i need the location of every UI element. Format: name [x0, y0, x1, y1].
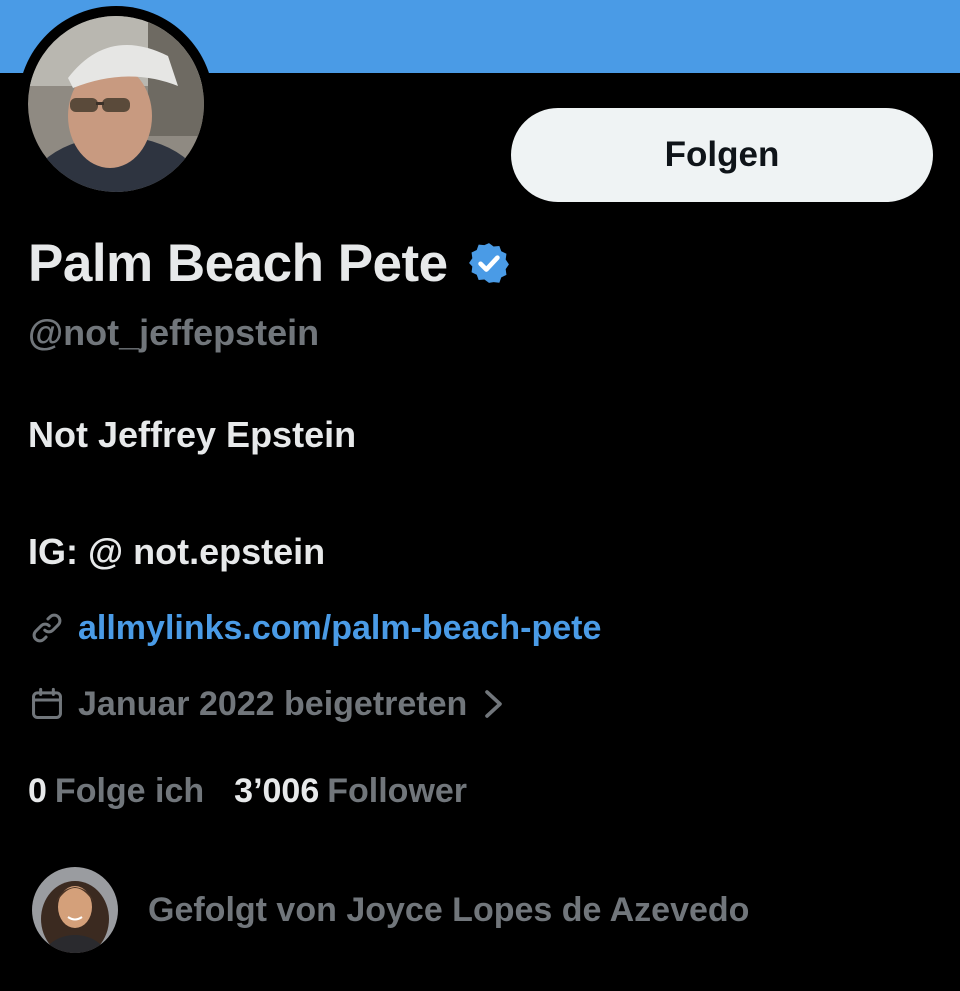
profile-handle: @not_jeffepstein	[28, 312, 320, 353]
follower-avatar	[32, 867, 118, 953]
followers-count: 3’006	[234, 771, 320, 810]
calendar-icon	[32, 687, 62, 719]
follow-stats: 0 Folge ich 3’006 Follower	[28, 768, 497, 814]
profile-avatar[interactable]	[28, 16, 204, 192]
following-stat[interactable]: 0 Folge ich	[28, 772, 204, 811]
verified-badge-icon[interactable]	[466, 240, 512, 286]
profile-photo-icon	[28, 16, 204, 192]
display-name: Palm Beach Pete	[28, 233, 448, 293]
join-date-row[interactable]: Januar 2022 beigetreten	[28, 680, 507, 728]
followers-label: Follower	[327, 771, 468, 810]
profile-link[interactable]: allmylinks.com/palm-beach-pete	[78, 609, 601, 648]
profile-link-row[interactable]: allmylinks.com/palm-beach-pete	[28, 604, 601, 652]
followers-stat[interactable]: 3’006 Follower	[234, 772, 467, 811]
link-icon	[32, 613, 62, 643]
followed-by-text: Gefolgt von Joyce Lopes de Azevedo	[148, 890, 750, 929]
followed-by-row[interactable]: Gefolgt von Joyce Lopes de Azevedo	[32, 866, 749, 954]
name-row: Palm Beach Pete	[28, 228, 512, 298]
following-count: 0	[28, 771, 47, 810]
following-label: Folge ich	[54, 771, 205, 810]
follow-button[interactable]: Folgen	[511, 108, 933, 202]
bio-line-2: IG: @ not.epstein	[28, 531, 326, 572]
chevron-right-icon	[485, 690, 503, 718]
bio-line-1: Not Jeffrey Epstein	[28, 414, 357, 455]
join-date-text: Januar 2022 beigetreten	[78, 684, 468, 723]
follower-avatar-icon	[32, 867, 118, 953]
